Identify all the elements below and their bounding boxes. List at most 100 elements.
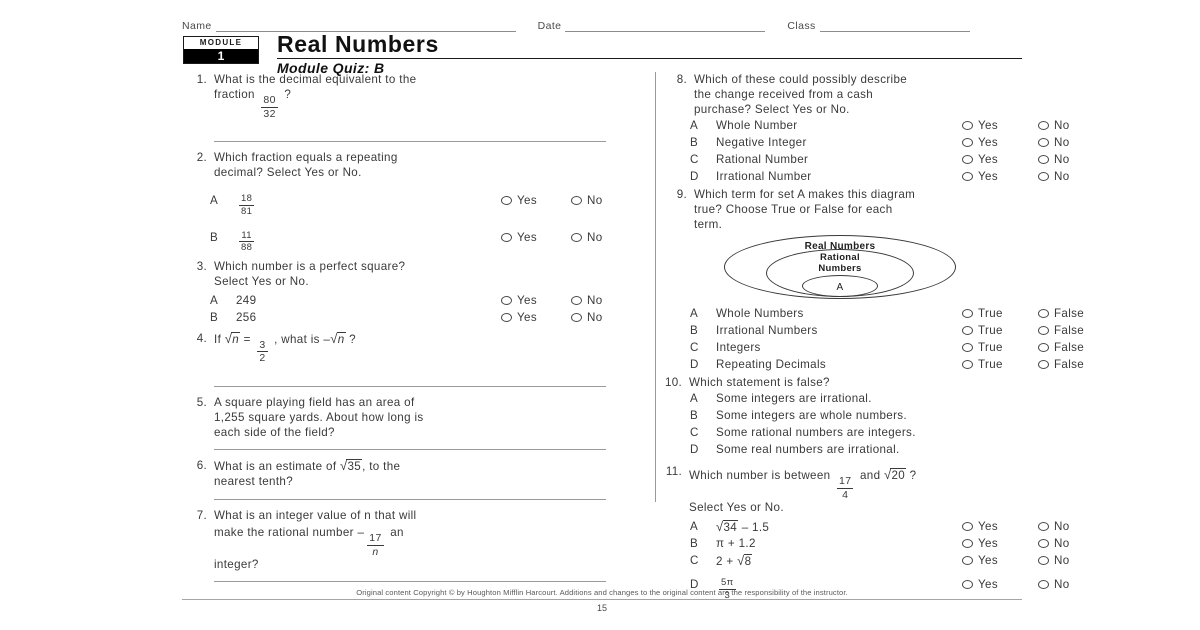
question-2-option-a-numerator: 18 [239,193,255,206]
question-9-option-c-true[interactable]: True [962,340,1038,355]
radio-bubble[interactable] [1038,155,1049,164]
name-label: Name [182,20,212,32]
radio-bubble[interactable] [1038,556,1049,566]
radio-bubble[interactable] [962,522,973,532]
question-9-option-c-false[interactable]: False [1038,340,1088,355]
question-11-option-b-yes[interactable]: Yes [962,536,1038,551]
page-number: 15 [596,603,607,613]
question-9-option-b-true[interactable]: True [962,323,1038,338]
question-10-option-c-letter[interactable]: C [668,425,716,440]
radio-bubble[interactable] [571,232,582,242]
question-8-option-b-no[interactable]: No [1038,135,1088,150]
radio-bubble[interactable] [962,121,973,130]
radio-bubble[interactable] [1038,539,1049,549]
question-11-option-a-yes[interactable]: Yes [962,519,1038,534]
question-11-radical: √20 [883,467,907,482]
question-7-line-1: What is an integer value of n that will [214,508,417,522]
question-9-option-a-false[interactable]: False [1038,306,1088,321]
question-10-option-d-value[interactable]: Some real numbers are irrational. [716,442,1088,457]
question-7-answer-line[interactable] [214,581,606,583]
radio-bubble[interactable] [962,360,973,369]
radio-bubble[interactable] [1038,343,1049,352]
radio-bubble[interactable] [1038,309,1049,318]
question-7-line-2-post: an [390,525,404,539]
question-5-answer-line[interactable] [214,448,606,450]
question-10-line-1: Which statement is false? [689,376,830,389]
question-11-option-b-no[interactable]: No [1038,536,1088,551]
question-6-answer-line[interactable] [214,498,606,500]
radio-bubble[interactable] [501,196,512,206]
radio-bubble[interactable] [962,556,973,566]
venn-middle-label-line-2: Numbers [818,262,862,274]
question-8-option-a-no[interactable]: No [1038,118,1088,133]
question-9-option-b-letter: B [690,324,699,337]
question-9-option-d-letter: D [690,358,699,371]
radio-bubble[interactable] [962,172,973,181]
question-11-option-a-no[interactable]: No [1038,519,1088,534]
radio-bubble[interactable] [571,295,582,305]
question-10-option-a-value[interactable]: Some integers are irrational. [716,391,1088,406]
question-4-answer-line[interactable] [214,385,606,387]
radio-bubble[interactable] [501,295,512,305]
radio-bubble[interactable] [962,539,973,549]
class-input-line[interactable] [819,20,970,32]
question-9-option-b-false[interactable]: False [1038,323,1088,338]
question-11-option-d-no[interactable]: No [1038,577,1088,592]
radio-bubble[interactable] [962,309,973,318]
question-8-option-b-yes[interactable]: Yes [962,135,1038,150]
question-3-text: Which number is a perfect square? Select… [214,259,633,289]
question-10-option-c-value[interactable]: Some rational numbers are integers. [716,425,1088,440]
radio-bubble[interactable] [1038,326,1049,335]
question-4-minus: – [323,332,331,346]
radio-bubble[interactable] [1038,172,1049,181]
question-11-option-c-yes[interactable]: Yes [962,553,1038,568]
question-3-option-b-no[interactable]: No [571,310,633,325]
question-11-option-c-no[interactable]: No [1038,553,1088,568]
question-2-option-a-yes[interactable]: Yes [501,193,571,208]
question-9-option-d-true[interactable]: True [962,357,1038,372]
question-2-option-b-no[interactable]: No [571,230,633,245]
radio-bubble[interactable] [571,196,582,206]
radio-bubble[interactable] [1038,522,1049,532]
question-8-option-a-yes[interactable]: Yes [962,118,1038,133]
question-8-option-c-yes[interactable]: Yes [962,152,1038,167]
question-8-option-d-no[interactable]: No [1038,169,1088,184]
question-2-option-a-no[interactable]: No [571,193,633,208]
radio-bubble[interactable] [501,232,512,242]
question-8-option-d-yes[interactable]: Yes [962,169,1038,184]
question-10-option-a-letter[interactable]: A [668,391,716,406]
question-8-option-c-no[interactable]: No [1038,152,1088,167]
question-9-option-a-true[interactable]: True [962,306,1038,321]
radio-bubble[interactable] [1038,138,1049,147]
question-10-option-b-value[interactable]: Some integers are whole numbers. [716,408,1088,423]
question-1-number: 1. [196,73,207,86]
radio-bubble[interactable] [1038,121,1049,130]
question-3-option-b-yes[interactable]: Yes [501,310,571,325]
question-3-option-a-yes[interactable]: Yes [501,293,571,308]
question-7-minus: – [357,525,365,539]
radio-bubble[interactable] [1038,360,1049,369]
question-10-option-b-letter[interactable]: B [668,408,716,423]
radio-bubble[interactable] [962,155,973,164]
question-3-option-a-letter: A [210,293,219,307]
radio-bubble[interactable] [501,312,512,322]
radio-bubble[interactable] [571,312,582,322]
question-10-option-d-letter[interactable]: D [668,442,716,457]
radio-bubble[interactable] [1038,580,1049,590]
radio-bubble[interactable] [962,326,973,335]
radio-bubble[interactable] [962,138,973,147]
question-8-number: 8. [676,73,687,86]
no-label: No [1054,578,1070,592]
date-input-line[interactable] [565,20,766,32]
question-1-answer-line[interactable] [214,141,606,143]
question-3-option-a-no[interactable]: No [571,293,633,308]
question-10-option-c: C Some rational numbers are integers. [668,424,1088,441]
question-2-option-a-fraction: 18 81 [239,193,255,216]
question-2-option-b-yes[interactable]: Yes [501,230,571,245]
question-8-option-c-letter: C [690,153,699,166]
radio-bubble[interactable] [962,343,973,352]
page-footer: Original content Copyright © by Houghton… [182,588,1022,613]
question-9-option-d-false[interactable]: False [1038,357,1088,372]
question-6: 6. What is an estimate of √35, to the ne… [188,458,633,500]
module-badge-number: 1 [184,49,258,63]
